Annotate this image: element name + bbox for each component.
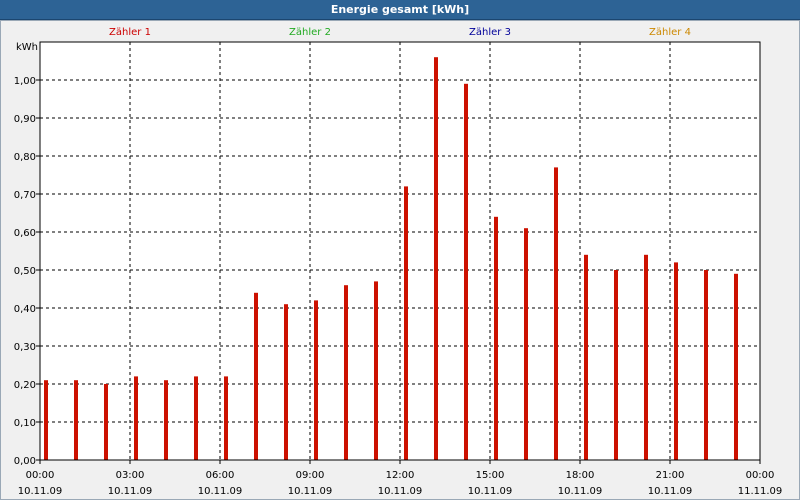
bar bbox=[134, 376, 138, 460]
x-tick-time-label: 06:00 bbox=[206, 470, 235, 481]
legend-entry: Zähler 4 bbox=[649, 27, 691, 38]
bar bbox=[524, 228, 528, 460]
bar bbox=[344, 285, 348, 460]
x-tick-time-label: 15:00 bbox=[476, 470, 505, 481]
bar bbox=[44, 380, 48, 460]
y-tick-label: 1,00 bbox=[14, 76, 36, 87]
x-tick-time-label: 00:00 bbox=[26, 470, 55, 481]
x-tick-time-label: 12:00 bbox=[386, 470, 415, 481]
bar bbox=[464, 83, 468, 461]
y-tick-label: 0,70 bbox=[14, 190, 36, 201]
x-tick-date-label: 11.11.09 bbox=[738, 486, 783, 497]
bar bbox=[614, 270, 618, 460]
x-tick-date-label: 10.11.09 bbox=[108, 486, 153, 497]
bar bbox=[254, 292, 258, 460]
legend-entry: Zähler 3 bbox=[469, 27, 511, 38]
bar bbox=[494, 216, 498, 460]
y-tick-label: 0,40 bbox=[14, 304, 36, 315]
x-tick-date-label: 10.11.09 bbox=[288, 486, 333, 497]
y-tick-label: 0,10 bbox=[14, 418, 36, 429]
bar bbox=[644, 254, 648, 460]
bar bbox=[554, 167, 558, 460]
y-tick-label: 0,80 bbox=[14, 152, 36, 163]
y-tick-label: 0,50 bbox=[14, 266, 36, 277]
bar bbox=[284, 304, 288, 460]
legend-entry: Zähler 1 bbox=[109, 27, 151, 38]
x-tick-time-label: 03:00 bbox=[116, 470, 145, 481]
bar bbox=[404, 186, 408, 460]
bar bbox=[674, 262, 678, 460]
bar bbox=[434, 57, 438, 460]
x-tick-date-label: 10.11.09 bbox=[648, 486, 693, 497]
y-tick-label: 0,90 bbox=[14, 114, 36, 125]
x-tick-time-label: 00:00 bbox=[746, 470, 775, 481]
y-tick-label: 0,30 bbox=[14, 342, 36, 353]
legend-entry: Zähler 2 bbox=[289, 27, 331, 38]
bar bbox=[584, 254, 588, 460]
y-tick-label: 0,60 bbox=[14, 228, 36, 239]
bar bbox=[164, 380, 168, 460]
x-tick-date-label: 10.11.09 bbox=[18, 486, 63, 497]
y-axis-label: kWh bbox=[16, 42, 38, 53]
bar bbox=[104, 384, 108, 460]
x-tick-time-label: 09:00 bbox=[296, 470, 325, 481]
bar bbox=[194, 376, 198, 460]
bar bbox=[374, 281, 378, 460]
y-tick-label: 0,00 bbox=[14, 456, 36, 467]
x-tick-time-label: 21:00 bbox=[656, 470, 685, 481]
bar bbox=[734, 273, 738, 460]
bar bbox=[224, 376, 228, 460]
bar bbox=[74, 380, 78, 460]
x-tick-date-label: 10.11.09 bbox=[468, 486, 513, 497]
x-tick-date-label: 10.11.09 bbox=[378, 486, 423, 497]
bar bbox=[314, 300, 318, 460]
x-tick-date-label: 10.11.09 bbox=[558, 486, 603, 497]
y-tick-label: 0,20 bbox=[14, 380, 36, 391]
x-tick-date-label: 10.11.09 bbox=[198, 486, 243, 497]
x-tick-time-label: 18:00 bbox=[566, 470, 595, 481]
bar bbox=[704, 270, 708, 460]
chart-canvas: 0,00 0,10 0,20 0,30 0,40 0,50 0,60 0,70 0,80 0,90… bbox=[14, 27, 783, 497]
